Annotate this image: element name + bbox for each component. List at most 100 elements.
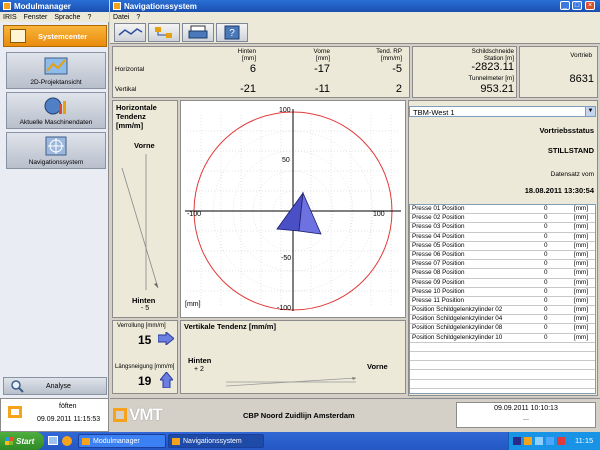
systemcenter-button[interactable]: Systemcenter [3,25,107,47]
nav-2d-projektansicht[interactable]: 2D-Projektansicht [6,52,106,89]
tray-icon-2[interactable] [524,437,532,445]
list-item[interactable]: Presse 05 Position 0 [mm] [410,242,595,251]
list-item[interactable]: Presse 03 Position 0 [mm] [410,223,595,233]
list-item-value: 0 [544,315,548,323]
toolbar-print-button[interactable] [182,23,214,42]
target-chart-panel [180,100,406,318]
target-icon [45,136,67,156]
list-item-value: 0 [544,205,548,212]
list-item-value: 0 [544,333,548,341]
list-item[interactable]: Presse 07 Position 0 [mm] [410,260,595,270]
empty-list-row [410,389,595,398]
task-label: Navigationssystem [183,437,242,445]
vmt-logo: VMT [113,404,169,426]
list-item-unit: [mm] [574,324,588,332]
vertical-tendency-graph [225,377,357,387]
list-item[interactable]: Presse 08 Position 0 [mm] [410,269,595,279]
list-item-value: 0 [544,250,548,258]
maximize-button[interactable]: □ [572,1,582,10]
modulmanager-title: Modulmanager [14,1,71,11]
task-navigationssystem[interactable]: Navigationssystem [168,434,264,448]
tray-icon-1[interactable] [513,437,521,445]
datensatz-label: Datensatz vom [550,171,594,178]
menu-iris[interactable]: IRIS [3,14,17,21]
v-vorne-value: -11 [314,83,330,95]
desktop-icon[interactable] [48,436,58,445]
list-item[interactable]: Presse 01 Position 0 [mm] [410,205,595,215]
toolbar-flow-button[interactable] [148,23,180,42]
tray-icon-5[interactable] [557,437,565,445]
browser-icon[interactable] [62,436,72,446]
minimize-button[interactable]: _ [560,1,570,10]
user-name: föften [59,403,77,410]
list-item-value: 0 [544,214,548,222]
tray-icon-3[interactable] [535,437,543,445]
app-icon [3,2,11,10]
footer-date: 09.09.2011 10:10:13 [494,405,558,412]
nav-label: Aktuelle Maschinendaten [19,119,93,126]
analyse-button[interactable]: Analyse [3,377,107,395]
tick-left: -100 [187,211,202,218]
globe-chart-icon [44,97,66,115]
list-item[interactable]: Presse 04 Position 0 [mm] [410,233,595,242]
close-button[interactable]: × [585,1,595,10]
list-item-name: Position Schildgelenkzylinder 04 [412,315,503,323]
toolbar-help-button[interactable]: ? [216,23,248,42]
user-panel: föften 09.09.2011 11:15:53 [0,398,109,432]
nav-aktuelle-maschinendaten[interactable]: Aktuelle Maschinendaten [6,92,106,129]
laengsneigung-value: 19 [138,374,152,388]
navigation-titlebar: Navigationssystem [110,0,600,12]
machine-select-value: TBM-West 1 [413,108,455,117]
menu-datei[interactable]: Datei [113,14,129,21]
menu-help[interactable]: ? [136,14,140,21]
target-chart [185,109,401,311]
list-item-name: Presse 07 Position [412,260,465,268]
nav-label: Navigationssystem [28,159,84,166]
list-item-name: Presse 09 Position [412,278,465,286]
tick-mid-y: 50 [282,157,290,164]
vmt-logo-mark [113,408,127,422]
list-item[interactable]: Presse 10 Position 0 [mm] [410,288,595,297]
flow-icon [155,27,172,38]
machine-select[interactable]: TBM-West 1 ▼ [409,106,596,117]
list-item[interactable]: Position Schildgelenkzylinder 02 0 [mm] [410,306,595,316]
position-list[interactable]: Presse 01 Position 0 [mm] Presse 02 Positio… [409,204,596,408]
list-item[interactable]: Presse 11 Position 0 [mm] [410,297,595,307]
list-item[interactable]: Presse 06 Position 0 [mm] [410,250,595,261]
navigation-title: Navigationssystem [124,1,197,11]
chevron-down-icon[interactable]: ▼ [585,107,595,116]
tunnel-label: Tunnelmeter [m] [468,75,514,82]
list-item[interactable]: Position Schildgelenkzylinder 10 0 [mm] [410,334,595,343]
list-item-value: 0 [544,324,548,332]
tray-icon-4[interactable] [546,437,554,445]
nav-navigationssystem[interactable]: Navigationssystem [6,132,106,169]
menu-help[interactable]: ? [87,14,91,21]
list-item[interactable]: Presse 09 Position 0 [mm] [410,279,595,288]
empty-list-row [410,370,595,380]
tick-right: 100 [373,211,385,218]
app-icon [113,2,121,10]
list-item-unit: [mm] [574,223,588,231]
start-button[interactable]: Start [0,432,44,450]
menu-sprache[interactable]: Sprache [54,14,80,21]
nav-label: 2D-Projektansicht [30,79,82,86]
footer-dots: ... [523,415,529,422]
menu-fenster[interactable]: Fenster [24,14,48,21]
toolbar-chart-button[interactable] [114,23,146,42]
list-item[interactable]: Position Schildgelenkzylinder 04 0 [mm] [410,315,595,325]
tick-top: 100 [279,107,291,114]
analyse-label: Analyse [46,382,71,390]
list-item[interactable]: Presse 02 Position 0 [mm] [410,214,595,224]
list-item-unit: [mm] [574,278,588,286]
list-item-value: 0 [544,232,548,240]
list-item-value: 0 [544,260,548,268]
list-item-unit: [mm] [574,241,588,249]
task-modulmanager[interactable]: Modulmanager [78,434,166,448]
help-icon: ? [224,25,240,40]
verrollung-label: Verrollung [mm/m] [117,323,166,329]
tick-bottom: -100 [277,305,292,312]
windows-logo-icon [5,437,13,445]
vertical-tendency-title: Vertikale Tendenz [mm/m] [184,322,276,331]
list-item-name: Presse 08 Position [412,269,465,277]
list-item[interactable]: Position Schildgelenkzylinder 08 0 [mm] [410,324,595,334]
